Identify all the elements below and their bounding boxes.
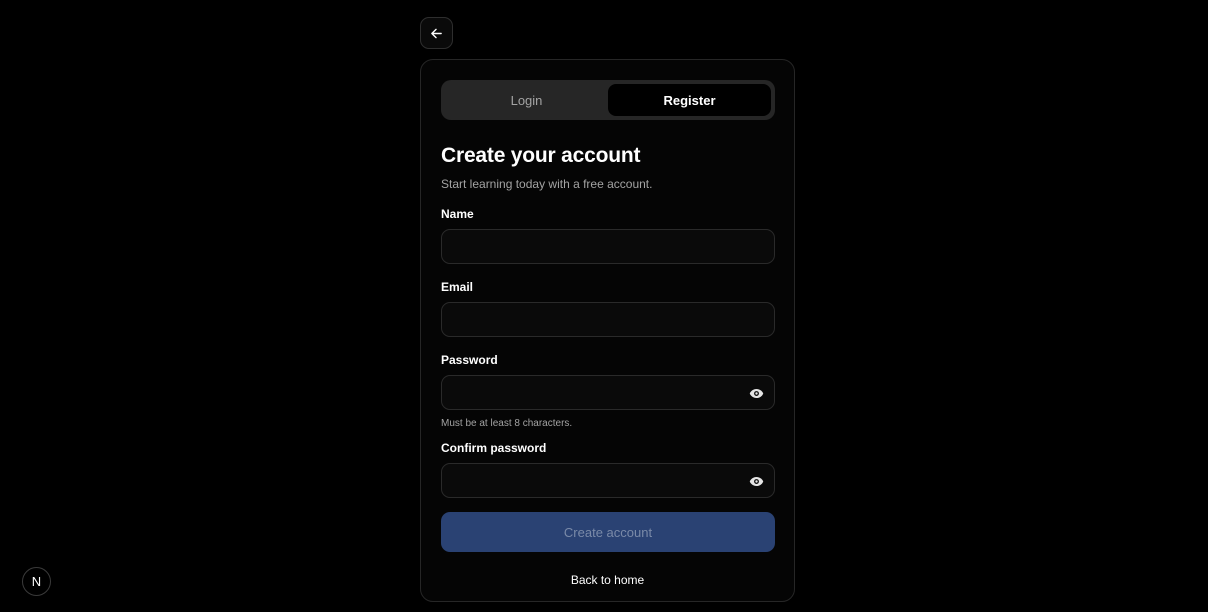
password-hint: Must be at least 8 characters.	[441, 418, 573, 429]
tab-register[interactable]: Register	[608, 84, 771, 116]
create-account-button[interactable]: Create account	[441, 512, 775, 552]
name-input[interactable]	[442, 230, 774, 263]
auth-tabs: Login Register	[441, 80, 775, 120]
register-page: Login Register Create your account Start…	[0, 0, 1208, 612]
email-label: Email	[441, 280, 474, 294]
name-field-wrapper	[441, 229, 775, 264]
password-label: Password	[441, 353, 498, 367]
tab-login[interactable]: Login	[445, 84, 608, 116]
name-group: Name	[441, 207, 775, 264]
email-group: Email	[441, 280, 775, 337]
back-button[interactable]	[420, 17, 453, 49]
name-label: Name	[441, 207, 474, 221]
page-title: Create your account	[441, 144, 641, 167]
password-input[interactable]	[442, 376, 774, 409]
arrow-left-icon	[431, 28, 442, 38]
confirm-password-field-wrapper	[441, 463, 775, 498]
email-field-wrapper	[441, 302, 775, 337]
password-group: Password Must be at least 8 characters.	[441, 353, 775, 429]
page-subtitle: Start learning today with a free account…	[441, 177, 653, 191]
nextjs-logo-badge[interactable]: N	[22, 567, 51, 596]
eye-icon[interactable]	[749, 386, 764, 401]
confirm-password-group: Confirm password	[441, 441, 775, 498]
email-input[interactable]	[442, 303, 774, 336]
auth-card: Login Register Create your account Start…	[420, 59, 795, 602]
confirm-password-input[interactable]	[442, 464, 774, 497]
password-field-wrapper	[441, 375, 775, 410]
eye-icon[interactable]	[749, 474, 764, 489]
confirm-password-label: Confirm password	[441, 441, 547, 455]
back-to-home-link[interactable]: Back to home	[441, 573, 774, 587]
